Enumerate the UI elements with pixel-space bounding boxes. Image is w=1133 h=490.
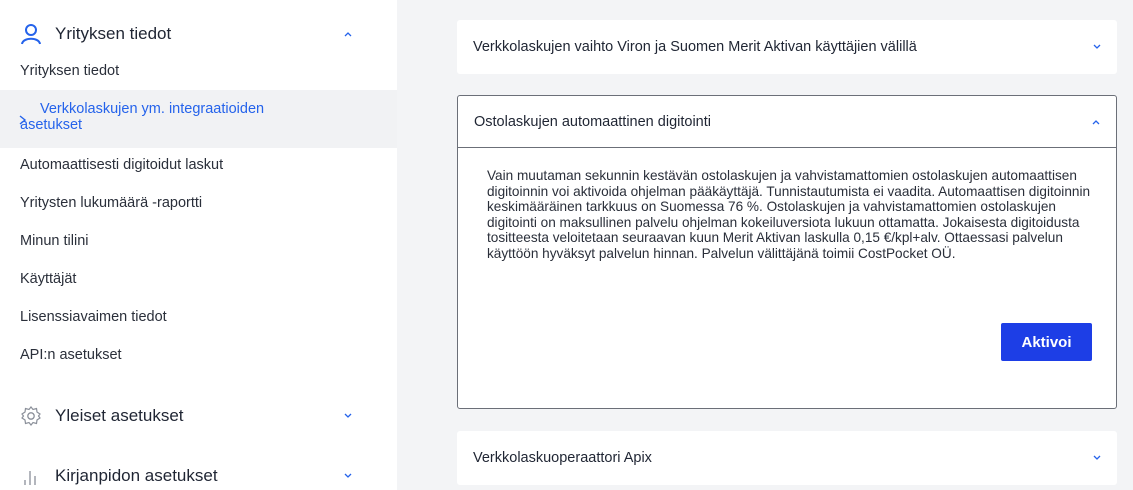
divider	[458, 147, 1116, 148]
section-label: Yrityksen tiedot	[55, 24, 172, 43]
sidebar-item-label: Yritysten lukumäärä -raportti	[20, 195, 203, 211]
section-accounting-settings[interactable]: Kirjanpidon asetukset	[0, 456, 397, 490]
sidebar-item-label: Automaattisesti digitoidut laskut	[20, 157, 224, 173]
section-label: Yleiset asetukset	[55, 406, 184, 425]
chevron-down-icon[interactable]	[1091, 452, 1103, 464]
accordion-einvoice-exchange[interactable]: Verkkolaskujen vaihto Viron ja Suomen Me…	[457, 20, 1117, 74]
section-label: Kirjanpidon asetukset	[55, 466, 218, 485]
chevron-down-icon[interactable]	[342, 410, 354, 422]
sidebar-item-einvoice-integrations[interactable]: Verkkolaskujen ym. integraatioiden asetu…	[0, 90, 397, 148]
sidebar-item-company-info[interactable]: Yrityksen tiedot	[0, 63, 397, 79]
accordion-description: Vain muutaman sekunnin kestävän ostolask…	[487, 168, 1091, 261]
bar-chart-icon	[24, 471, 36, 485]
accordion-header[interactable]: Verkkolaskuoperaattori Apix	[457, 431, 1117, 485]
section-company-info[interactable]: Yrityksen tiedot	[0, 14, 397, 54]
accordion-header[interactable]: Ostolaskujen automaattinen digitointi	[458, 96, 1116, 147]
sidebar-item-my-account[interactable]: Minun tilini	[0, 233, 397, 249]
user-icon	[21, 24, 41, 45]
accordion-title: Ostolaskujen automaattinen digitointi	[474, 113, 711, 130]
sidebar-item-company-count-report[interactable]: Yritysten lukumäärä -raportti	[0, 195, 397, 211]
sidebar-item-label: Yrityksen tiedot	[20, 63, 120, 79]
sidebar-item-label: API:n asetukset	[20, 347, 122, 363]
sidebar-item-label: Käyttäjät	[20, 271, 77, 287]
accordion-apix-operator[interactable]: Verkkolaskuoperaattori Apix	[457, 431, 1117, 485]
sidebar-item-label: Lisenssiavaimen tiedot	[20, 309, 167, 325]
chevron-up-icon[interactable]	[342, 28, 354, 40]
accordion-title: Verkkolaskujen vaihto Viron ja Suomen Me…	[473, 39, 917, 55]
activate-button[interactable]: Aktivoi	[1001, 323, 1092, 361]
accordion-title: Verkkolaskuoperaattori Apix	[473, 450, 652, 466]
chevron-up-icon[interactable]	[1090, 116, 1102, 128]
sidebar-item-auto-digitized[interactable]: Automaattisesti digitoidut laskut	[0, 157, 397, 173]
sidebar-item-license-key[interactable]: Lisenssiavaimen tiedot	[0, 309, 397, 325]
main-content: Verkkolaskujen vaihto Viron ja Suomen Me…	[397, 0, 1133, 490]
chevron-down-icon[interactable]	[342, 470, 354, 482]
accordion-header[interactable]: Verkkolaskujen vaihto Viron ja Suomen Me…	[457, 20, 1117, 74]
sidebar-item-users[interactable]: Käyttäjät	[0, 271, 397, 287]
sidebar-item-label: Verkkolaskujen ym. integraatioiden asetu…	[20, 101, 265, 133]
sidebar-item-api-settings[interactable]: API:n asetukset	[0, 347, 397, 363]
accordion-auto-digitization: Ostolaskujen automaattinen digitointi Va…	[457, 95, 1117, 409]
chevron-down-icon[interactable]	[1091, 41, 1103, 53]
section-general-settings[interactable]: Yleiset asetukset	[0, 396, 397, 436]
sidebar: Yrityksen tiedot Yrityksen tiedot Verkko…	[0, 0, 397, 490]
sidebar-item-label: Minun tilini	[20, 233, 89, 249]
gear-icon	[21, 406, 41, 426]
